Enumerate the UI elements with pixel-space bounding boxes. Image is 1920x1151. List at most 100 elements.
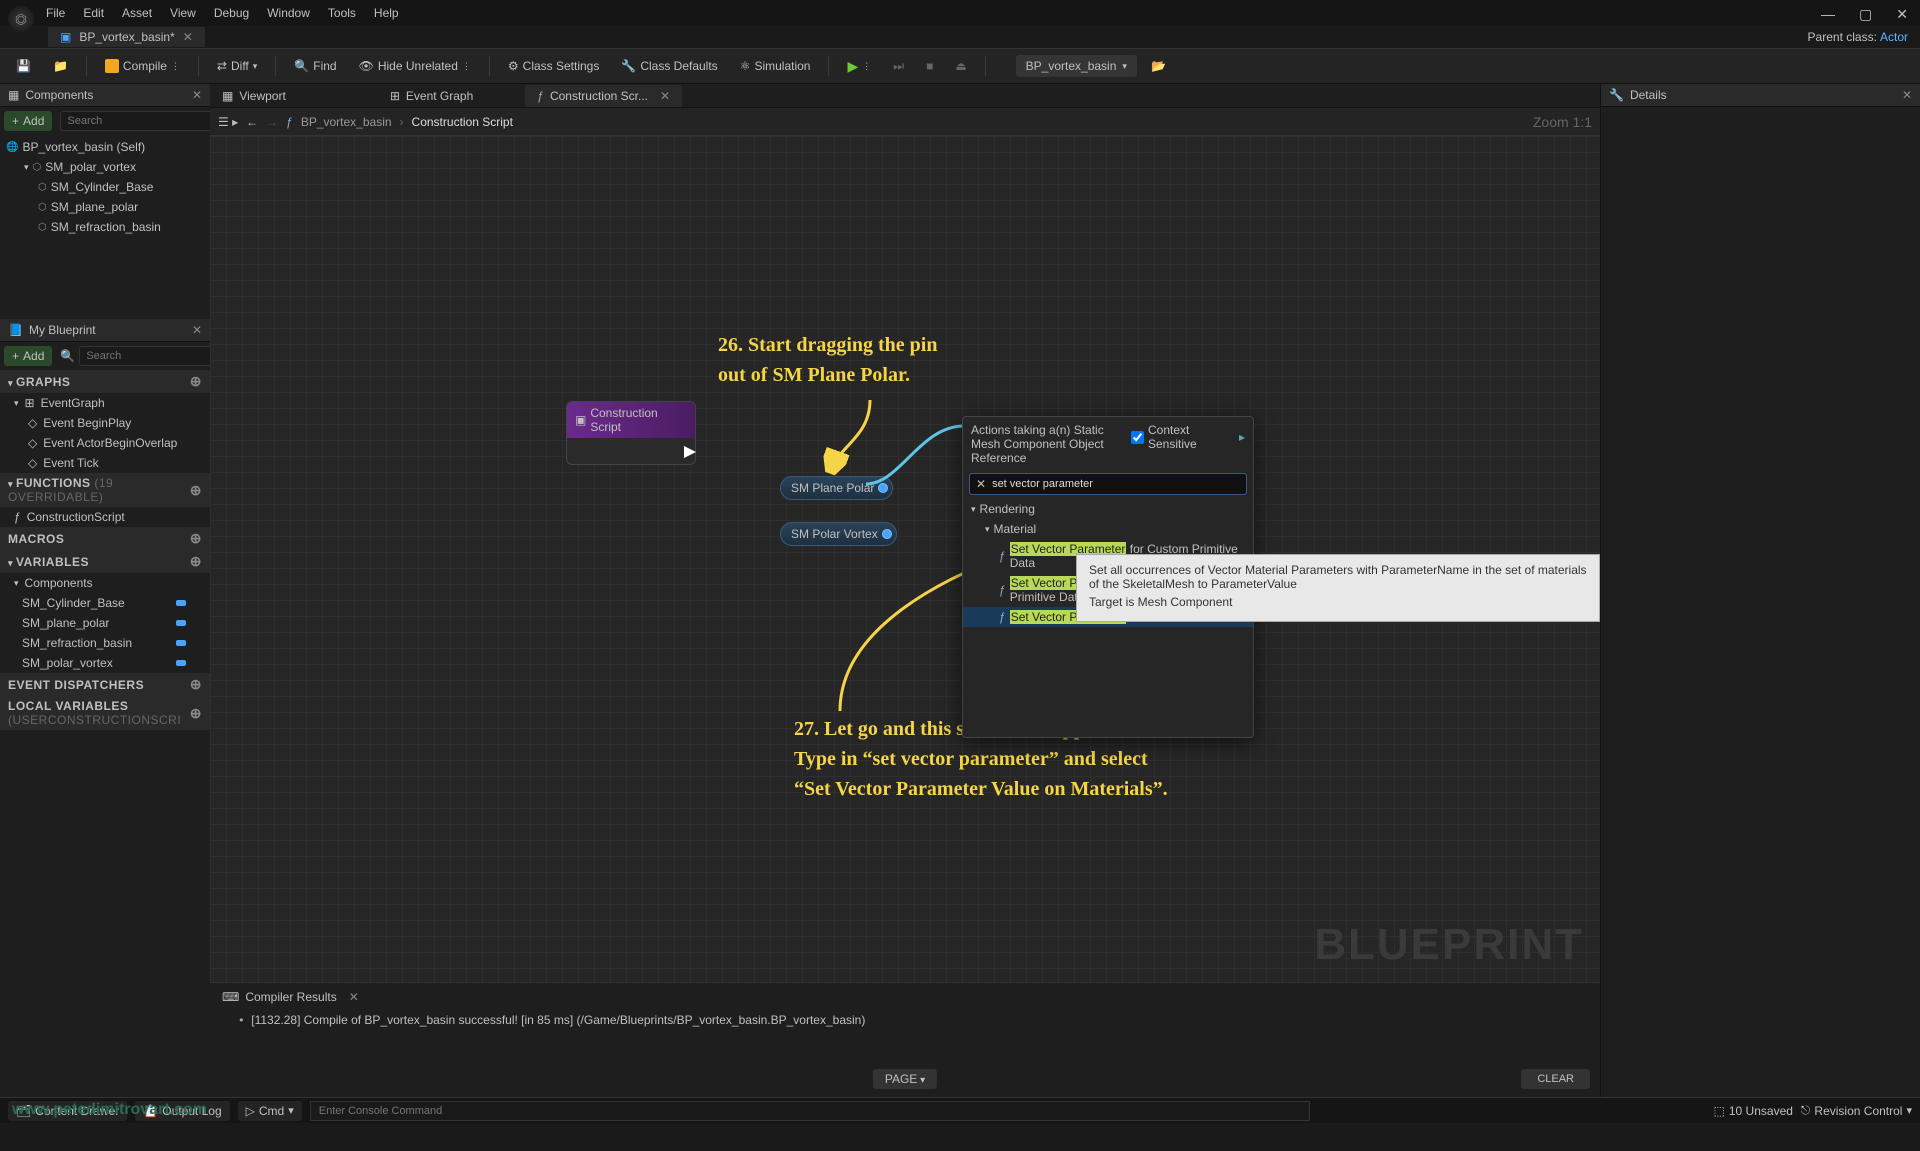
close-button[interactable]: ✕ bbox=[1890, 4, 1914, 25]
tree-item-self[interactable]: 🌐BP_vortex_basin (Self) bbox=[0, 137, 210, 157]
crumb-root[interactable]: BP_vortex_basin bbox=[301, 115, 392, 129]
graphs-section-header[interactable]: ▾ GRAPHS⊕ bbox=[0, 370, 210, 393]
add-dispatcher-button[interactable]: ⊕ bbox=[190, 676, 202, 693]
actor-icon: 🌐 bbox=[6, 142, 18, 153]
play-button[interactable]: ▶ ⋮ bbox=[839, 54, 879, 79]
hide-unrelated-button[interactable]: 👁Hide Unrelated ⋮ bbox=[351, 55, 479, 77]
context-sensitive-toggle[interactable]: Context Sensitive ▸ bbox=[1131, 423, 1245, 451]
stop-button[interactable]: ■ bbox=[918, 55, 941, 77]
var-vortex[interactable]: SM_polar_vortex bbox=[0, 653, 210, 673]
menu-tools[interactable]: Tools bbox=[328, 6, 356, 20]
revision-control-button[interactable]: ⎋Revision Control ▾ bbox=[1801, 1103, 1912, 1118]
components-search-input[interactable] bbox=[60, 111, 216, 131]
minimize-button[interactable]: — bbox=[1815, 4, 1841, 25]
menu-debug[interactable]: Debug bbox=[214, 6, 249, 20]
tree-item-plane-polar[interactable]: ⬡SM_plane_polar bbox=[0, 197, 210, 217]
close-icon[interactable]: ✕ bbox=[349, 990, 359, 1004]
var-refraction[interactable]: SM_refraction_basin bbox=[0, 633, 210, 653]
eventgraph-item[interactable]: ▾⊞EventGraph bbox=[0, 393, 210, 413]
menu-asset[interactable]: Asset bbox=[122, 6, 152, 20]
add-graph-button[interactable]: ⊕ bbox=[190, 373, 202, 390]
close-tab-icon[interactable]: ✕ bbox=[183, 30, 193, 44]
tree-item-refraction[interactable]: ⬡SM_refraction_basin bbox=[0, 217, 210, 237]
menu-file[interactable]: File bbox=[46, 6, 65, 20]
variables-group[interactable]: ▾Components bbox=[0, 573, 210, 593]
browse-button[interactable]: 📁 bbox=[45, 55, 76, 77]
find-button[interactable]: 🔍Find bbox=[286, 55, 344, 77]
exec-output-pin[interactable] bbox=[684, 446, 696, 458]
center-panel: ▦Viewport ⊞Event Graph ƒConstruction Scr… bbox=[210, 84, 1600, 1097]
close-icon[interactable]: ✕ bbox=[660, 89, 670, 103]
compile-button[interactable]: Compile ⋮ bbox=[97, 55, 188, 77]
details-panel-tab[interactable]: 🔧 Details ✕ bbox=[1601, 84, 1920, 107]
category-rendering[interactable]: ▾Rendering bbox=[963, 499, 1253, 519]
simulation-button[interactable]: ⚛Simulation bbox=[732, 55, 819, 77]
page-dropdown[interactable]: PAGE ▾ bbox=[873, 1069, 937, 1089]
wrench-icon: 🔧 bbox=[621, 59, 636, 73]
my-blueprint-panel-tab[interactable]: 📘 My Blueprint ✕ bbox=[0, 319, 210, 342]
var-type-dot bbox=[176, 640, 186, 646]
class-defaults-button[interactable]: 🔧Class Defaults bbox=[613, 55, 725, 77]
tab-viewport[interactable]: ▦Viewport bbox=[210, 85, 298, 107]
asset-browse-button[interactable]: 📂 bbox=[1143, 55, 1174, 77]
document-tab[interactable]: ▣ BP_vortex_basin* ✕ bbox=[48, 27, 205, 47]
menu-help[interactable]: Help bbox=[374, 6, 399, 20]
add-variable-button[interactable]: ⊕ bbox=[190, 553, 202, 570]
asset-selector[interactable]: BP_vortex_basin▾ bbox=[1016, 55, 1137, 77]
add-blueprint-button[interactable]: +Add bbox=[4, 346, 52, 366]
output-pin[interactable] bbox=[882, 529, 892, 539]
clear-button[interactable]: CLEAR bbox=[1521, 1069, 1590, 1089]
compiler-results-tab[interactable]: ⌨ Compiler Results ✕ bbox=[214, 987, 1596, 1007]
macros-section-header[interactable]: MACROS⊕ bbox=[0, 527, 210, 550]
clear-search-icon[interactable]: ✕ bbox=[976, 477, 986, 491]
cmd-selector[interactable]: ▷Cmd ▾ bbox=[238, 1101, 302, 1121]
menu-edit[interactable]: Edit bbox=[83, 6, 104, 20]
tree-item-cylinder[interactable]: ⬡SM_Cylinder_Base bbox=[0, 177, 210, 197]
tab-construction-script[interactable]: ƒConstruction Scr...✕ bbox=[525, 85, 682, 107]
category-material[interactable]: ▾Material bbox=[963, 519, 1253, 539]
nav-back-button[interactable]: ← bbox=[246, 115, 258, 129]
menu-view[interactable]: View bbox=[170, 6, 196, 20]
menu-icon[interactable]: ☰ ▸ bbox=[218, 115, 238, 129]
constructionscript-item[interactable]: ƒConstructionScript bbox=[0, 507, 210, 527]
close-icon[interactable]: ✕ bbox=[192, 88, 202, 102]
menu-window[interactable]: Window bbox=[267, 6, 310, 20]
close-icon[interactable]: ✕ bbox=[192, 323, 202, 337]
diff-button[interactable]: ⇄Diff ▾ bbox=[209, 55, 265, 77]
context-menu-title: Actions taking a(n) Static Mesh Componen… bbox=[971, 423, 1131, 465]
node-construction-script[interactable]: ▣Construction Script bbox=[566, 401, 696, 465]
gear-icon: ⚙ bbox=[508, 59, 519, 73]
skip-button[interactable]: ⏭ bbox=[885, 55, 912, 78]
save-button[interactable]: 💾 bbox=[8, 55, 39, 77]
context-sensitive-checkbox[interactable] bbox=[1131, 431, 1144, 444]
event-overlap-item[interactable]: ◇Event ActorBeginOverlap bbox=[0, 433, 210, 453]
parent-class-link[interactable]: Actor bbox=[1880, 30, 1908, 44]
add-macro-button[interactable]: ⊕ bbox=[190, 530, 202, 547]
functions-section-header[interactable]: ▾ FUNCTIONS (19 OVERRIDABLE)⊕ bbox=[0, 473, 210, 507]
tree-item-polar-vortex[interactable]: ▾⬡SM_polar_vortex bbox=[0, 157, 210, 177]
event-tick-item[interactable]: ◇Event Tick bbox=[0, 453, 210, 473]
locals-section-header[interactable]: LOCAL VARIABLES (USERCONSTRUCTIONSCRI⊕ bbox=[0, 696, 210, 730]
unreal-logo: ⏣ bbox=[8, 6, 34, 32]
var-cylinder[interactable]: SM_Cylinder_Base bbox=[0, 593, 210, 613]
dispatchers-section-header[interactable]: EVENT DISPATCHERS⊕ bbox=[0, 673, 210, 696]
unsaved-indicator[interactable]: ⬚10 Unsaved bbox=[1714, 1104, 1793, 1118]
class-settings-button[interactable]: ⚙Class Settings bbox=[500, 55, 607, 77]
maximize-button[interactable]: ▢ bbox=[1853, 4, 1878, 25]
nav-fwd-button[interactable]: → bbox=[266, 115, 278, 129]
var-plane[interactable]: SM_plane_polar bbox=[0, 613, 210, 633]
add-component-button[interactable]: +Add bbox=[4, 111, 52, 131]
document-tab-bar: ▣ BP_vortex_basin* ✕ bbox=[0, 26, 1920, 48]
eject-button[interactable]: ⏏ bbox=[947, 55, 974, 77]
console-input[interactable] bbox=[310, 1101, 1310, 1121]
node-sm-polar-vortex[interactable]: SM Polar Vortex bbox=[780, 522, 897, 546]
context-search-input[interactable] bbox=[992, 478, 1240, 490]
graph-canvas[interactable]: BLUEPRINT ▣Construction Script SM Plane … bbox=[210, 136, 1600, 982]
add-local-button[interactable]: ⊕ bbox=[190, 705, 202, 722]
event-beginplay-item[interactable]: ◇Event BeginPlay bbox=[0, 413, 210, 433]
add-function-button[interactable]: ⊕ bbox=[190, 482, 202, 499]
variables-section-header[interactable]: ▾ VARIABLES⊕ bbox=[0, 550, 210, 573]
components-panel-tab[interactable]: ▦ Components ✕ bbox=[0, 84, 210, 107]
close-icon[interactable]: ✕ bbox=[1902, 88, 1912, 102]
tab-event-graph[interactable]: ⊞Event Graph bbox=[378, 85, 485, 107]
